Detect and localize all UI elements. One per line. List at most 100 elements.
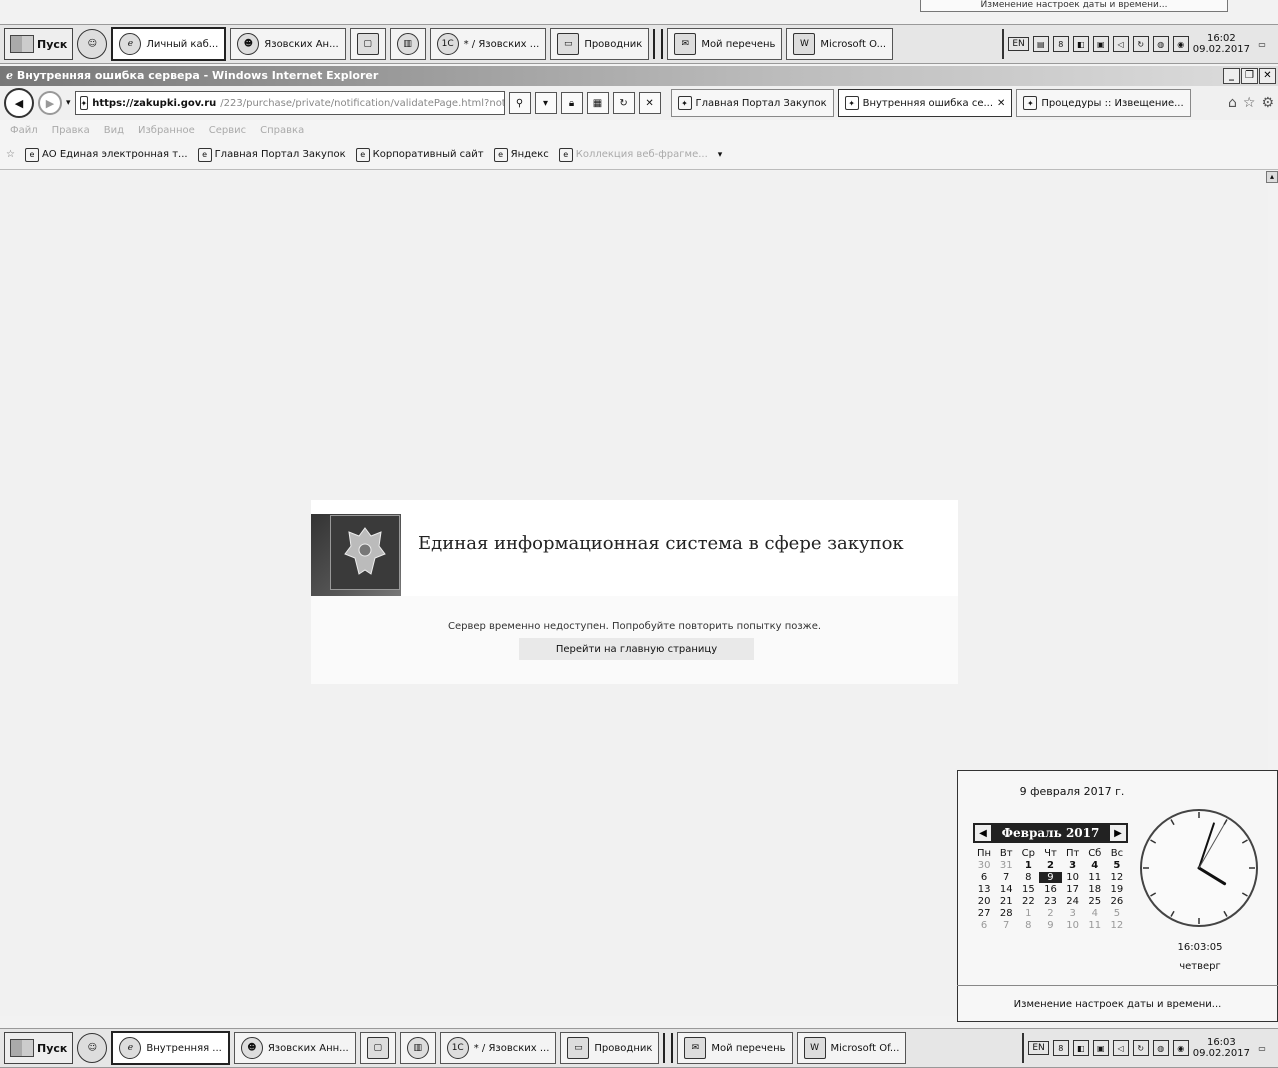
calendar-day[interactable]: 25 [1084,896,1106,907]
close-icon[interactable]: ✕ [1259,68,1276,84]
calendar-day[interactable]: 20 [973,896,995,907]
taskbar-clock[interactable]: 16:02 09.02.2017 [1193,33,1250,55]
volume-icon[interactable]: ◁ [1112,1040,1129,1056]
quicklaunch-icon[interactable]: ☺ [77,29,108,59]
refresh-icon[interactable]: ↻ [612,92,635,114]
scroll-up-icon[interactable]: ▴ [1266,171,1278,183]
calendar-day[interactable]: 4 [1084,860,1106,871]
calendar-day[interactable]: 27 [973,908,995,919]
taskbar-button[interactable]: ▥ [389,28,426,60]
show-desktop-icon[interactable]: ▭ [1254,1041,1270,1055]
history-dropdown-icon[interactable]: ▾ [66,98,71,108]
calendar-day[interactable]: 5 [1106,908,1128,919]
favorites-bar-star-icon[interactable]: ☆ [6,149,15,160]
browser-tab[interactable]: ✦ Процедуры :: Извещение... [1016,89,1191,117]
favorites-star-icon[interactable]: ☆ [1243,95,1256,111]
favorite-link[interactable]: e АО Единая электронная т... [24,147,188,162]
monitor-icon[interactable]: ▣ [1092,1040,1109,1056]
calendar-day[interactable]: 13 [973,884,995,895]
network-icon[interactable]: ▤ [1032,36,1049,52]
back-button[interactable]: ◀ [4,88,34,118]
taskbar-button[interactable]: ▥ [399,1032,436,1064]
calendar-day[interactable]: 7 [995,872,1017,883]
volume-icon[interactable]: ◁ [1112,36,1129,52]
calendar-day[interactable]: 22 [1017,896,1039,907]
taskbar-button[interactable]: ▭ Проводник [560,1032,660,1064]
menu-item[interactable]: Вид [104,125,124,136]
calendar-date-heading[interactable]: 9 февраля 2017 г. [957,785,1187,798]
stop-icon[interactable]: ✕ [638,92,661,114]
browser-tab[interactable]: ✦ Главная Портал Закупок [670,89,834,117]
go-home-button[interactable]: Перейти на главную страницу [519,638,754,660]
minimize-icon[interactable]: _ [1223,68,1240,84]
calendar-day[interactable]: 23 [1039,896,1061,907]
calendar-day[interactable]: 6 [973,920,995,931]
calendar-day[interactable]: 26 [1106,896,1128,907]
change-datetime-settings-link[interactable]: Изменение настроек даты и времени... [957,985,1278,1022]
maximize-icon[interactable]: ❐ [1241,68,1258,84]
monitor-icon[interactable]: ▣ [1092,36,1109,52]
taskbar-button[interactable]: W Microsoft Of... [796,1032,907,1064]
calendar-day[interactable]: 18 [1084,884,1106,895]
antivirus-icon[interactable]: ◍ [1152,36,1169,52]
taskbar-button[interactable]: ▭ Проводник [550,28,650,60]
taskbar-button[interactable]: ▢ [349,28,386,60]
user-icon[interactable]: 8 [1052,36,1069,52]
favorite-link[interactable]: e Корпоративный сайт [355,147,484,162]
taskbar-button[interactable]: 1С * / Язовских ... [439,1032,557,1064]
taskbar-button[interactable]: ▢ [359,1032,396,1064]
calendar-day[interactable]: 9 [1039,920,1061,931]
calendar-day[interactable]: 2 [1039,860,1061,871]
calendar-day[interactable]: 8 [1017,872,1039,883]
forward-button[interactable]: ▶ [38,91,62,115]
taskbar-button[interactable]: W Microsoft O... [786,28,894,60]
address-dropdown-icon[interactable]: ▾ [534,92,557,114]
calendar-day[interactable]: 9 [1039,872,1062,883]
menu-item[interactable]: Файл [10,125,38,136]
language-indicator[interactable]: EN [1008,37,1029,51]
calendar-day[interactable]: 12 [1106,920,1128,931]
calendar-day[interactable]: 10 [1062,920,1084,931]
favorite-link[interactable]: e Главная Портал Закупок [197,147,346,162]
menu-item[interactable]: Избранное [138,125,195,136]
calendar-day[interactable]: 2 [1039,908,1061,919]
taskbar-button[interactable]: ✉ Мой перечень [667,28,783,60]
calendar-day[interactable]: 19 [1106,884,1128,895]
calendar-day[interactable]: 11 [1084,872,1106,883]
sync-icon[interactable]: ↻ [1132,1040,1149,1056]
start-button[interactable]: Пуск [4,28,74,60]
menu-item[interactable]: Справка [260,125,304,136]
calendar-day[interactable]: 8 [1017,920,1039,931]
tray-app-icon[interactable]: ◧ [1072,1040,1089,1056]
calendar-month-label[interactable]: Февраль 2017 [1002,826,1100,840]
calendar-day[interactable]: 28 [995,908,1017,919]
calendar-day[interactable]: 17 [1062,884,1084,895]
user-icon[interactable]: 8 [1052,1040,1069,1056]
calendar-day[interactable]: 14 [995,884,1017,895]
search-icon[interactable]: ⚲ [508,92,531,114]
calendar-day[interactable]: 31 [995,860,1017,871]
update-icon[interactable]: ◉ [1172,1040,1189,1056]
next-month-icon[interactable]: ▶ [1110,825,1126,841]
sync-icon[interactable]: ↻ [1132,36,1149,52]
calendar-day[interactable]: 15 [1017,884,1039,895]
favorite-link[interactable]: e Коллекция веб-фрагме... [558,147,708,162]
lock-icon[interactable]: 🔒︎ [560,92,583,114]
antivirus-icon[interactable]: ◍ [1152,1040,1169,1056]
taskbar-clock[interactable]: 16:03 09.02.2017 [1193,1037,1250,1059]
settings-gear-icon[interactable]: ⚙ [1261,95,1274,111]
calendar-day[interactable]: 7 [995,920,1017,931]
window-title-bar[interactable]: ℯ Внутренняя ошибка сервера - Windows In… [0,66,1278,86]
prev-month-icon[interactable]: ◀ [975,825,991,841]
calendar-day[interactable]: 5 [1106,860,1128,871]
favorites-more-icon[interactable]: ▾ [718,150,723,160]
calendar-day[interactable]: 11 [1084,920,1106,931]
quicklaunch-icon[interactable]: ☺ [77,1033,108,1063]
calendar-day[interactable]: 30 [973,860,995,871]
calendar-day[interactable]: 4 [1084,908,1106,919]
calendar-day[interactable]: 1 [1017,860,1039,871]
start-button-bottom[interactable]: Пуск [4,1032,74,1064]
language-indicator[interactable]: EN [1028,1041,1049,1055]
taskbar-button[interactable]: 1С * / Язовских ... [429,28,547,60]
taskbar-button[interactable]: ℯ Внутренняя ... [111,1031,230,1065]
